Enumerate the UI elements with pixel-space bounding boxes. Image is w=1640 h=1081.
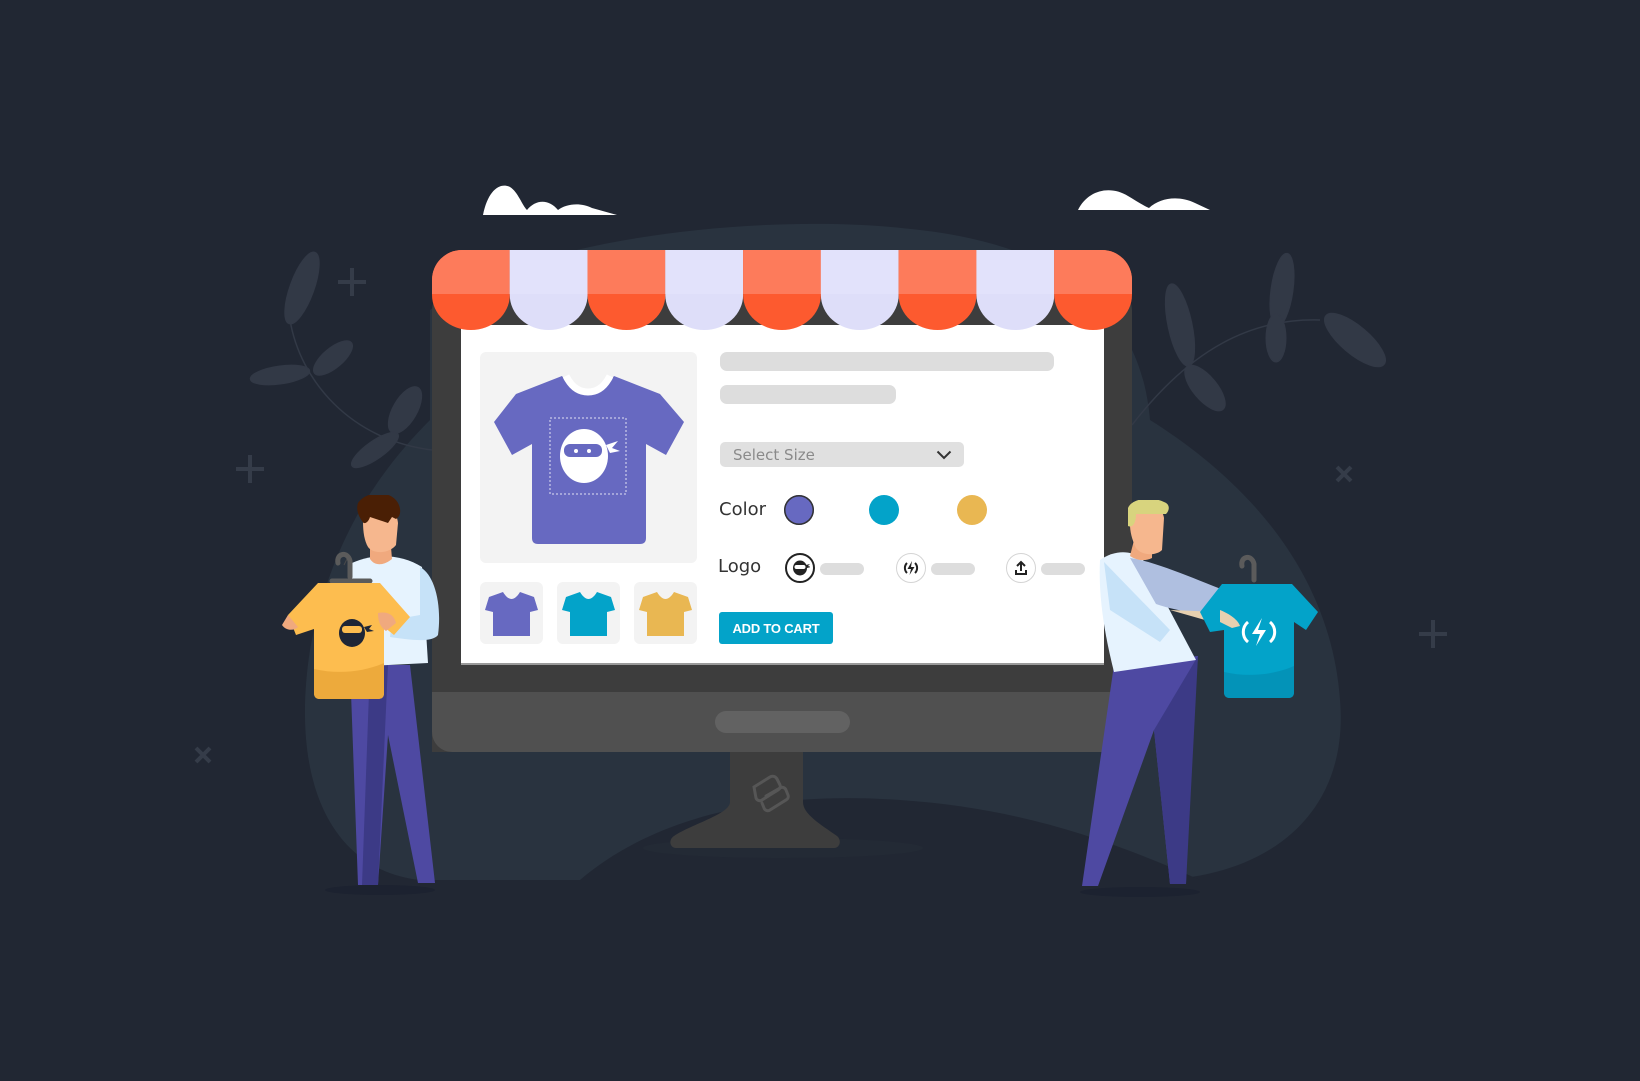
- tshirt-main-icon: [494, 374, 684, 544]
- color-swatch-blue[interactable]: [869, 495, 899, 525]
- awning-stripe-highlight: [820, 250, 899, 294]
- logo-option-label-placeholder: [820, 563, 864, 575]
- color-label: Color: [719, 499, 766, 520]
- hanger-icon: [1239, 555, 1257, 583]
- shop-awning: [432, 250, 1132, 330]
- cloud-right-decor: [1078, 190, 1210, 210]
- illustration-scene: Select Size Color Logo ADD TO CART: [0, 0, 1640, 1081]
- logo-option[interactable]: [1006, 553, 1036, 583]
- awning-stripe-highlight: [587, 250, 666, 294]
- add-to-cart-button[interactable]: ADD TO CART: [719, 612, 833, 644]
- logo-label: Logo: [718, 556, 762, 577]
- person-right: [1080, 500, 1318, 897]
- color-swatch-purple[interactable]: [784, 495, 814, 525]
- product-thumbnail[interactable]: [634, 582, 697, 644]
- awning-stripe-highlight: [898, 250, 977, 294]
- monitor-stand: [643, 752, 923, 858]
- chevron-down-icon: [936, 450, 952, 459]
- ninja-icon: [793, 560, 810, 576]
- product-main-image[interactable]: [480, 352, 697, 563]
- lightning-icon: [903, 561, 919, 575]
- plant-right-decor: [1131, 252, 1386, 426]
- awning-stripe-highlight: [509, 250, 588, 294]
- product-subtitle-placeholder: [720, 385, 896, 404]
- awning-stripe-highlight: [1054, 250, 1132, 294]
- logo-option[interactable]: [785, 553, 815, 583]
- color-swatch-yellow[interactable]: [957, 495, 987, 525]
- tshirt-thumb-icon: [485, 592, 538, 636]
- awning-stripe-highlight: [432, 250, 510, 294]
- product-thumbnail[interactable]: [480, 582, 543, 644]
- cloud-left-decor: [483, 185, 617, 215]
- awning-stripe-highlight: [976, 250, 1055, 294]
- awning-stripe-highlight: [665, 250, 744, 294]
- size-select-label: Select Size: [733, 445, 815, 464]
- person-left: [282, 495, 440, 895]
- monitor-chin-pill: [715, 711, 850, 733]
- product-thumbnail[interactable]: [557, 582, 620, 644]
- logo-option-label-placeholder: [931, 563, 975, 575]
- tshirt-thumb-icon: [562, 592, 615, 636]
- awning-stripe-highlight: [743, 250, 821, 294]
- size-select[interactable]: Select Size: [720, 442, 964, 467]
- product-title-placeholder: [720, 352, 1054, 371]
- tshirt-thumb-icon: [639, 592, 692, 636]
- upload-icon: [1015, 560, 1027, 575]
- logo-option[interactable]: [896, 553, 926, 583]
